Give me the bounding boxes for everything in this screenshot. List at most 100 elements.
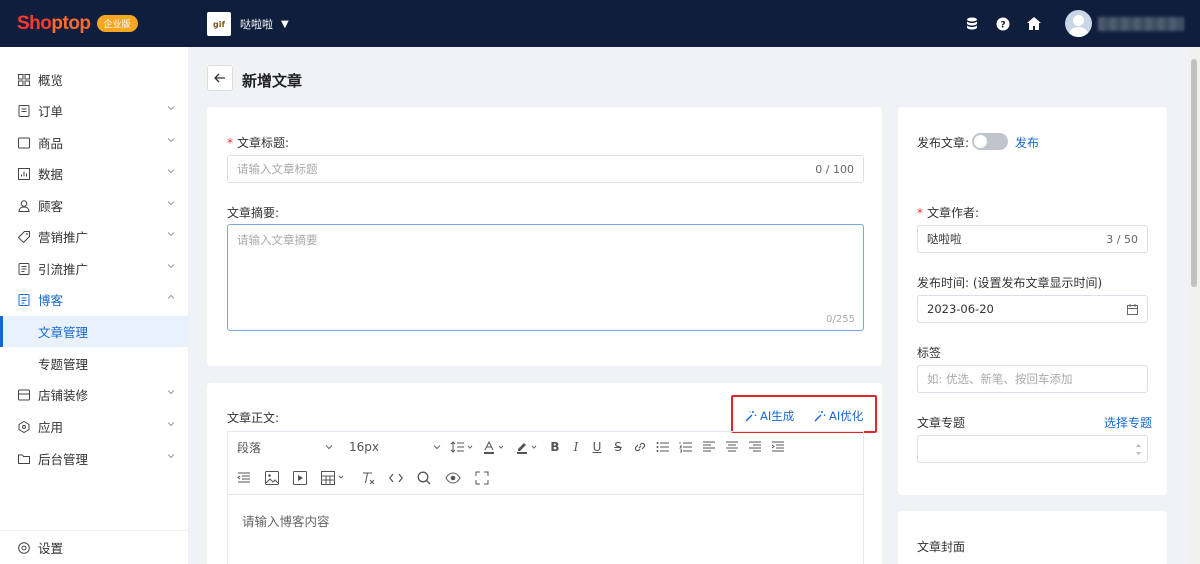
line-height-icon[interactable] <box>450 440 474 454</box>
editor-content-area[interactable]: 请输入博客内容 <box>228 494 863 564</box>
sidebar-item-traffic[interactable]: 引流推广 <box>0 253 189 284</box>
highlight-color-icon[interactable] <box>516 440 540 454</box>
store-switcher[interactable]: gif 哒啦啦 ▼ <box>207 12 289 36</box>
scrollbar-thumb[interactable] <box>1191 59 1197 287</box>
title-input[interactable]: 请输入文章标题 0 / 100 <box>227 155 864 183</box>
magic-wand-icon <box>814 411 826 422</box>
chevron-up-icon <box>167 294 175 299</box>
sidebar-item-apps[interactable]: 应用 <box>0 411 189 442</box>
rich-text-editor: 段落 16px B I U S 请输入博客内容 <box>227 431 864 564</box>
chevron-down-icon <box>167 106 175 111</box>
link-icon[interactable] <box>633 440 647 454</box>
select-topic-link[interactable]: 选择专题 <box>1104 414 1152 431</box>
summary-textarea[interactable]: 请输入文章摘要 0/255 <box>227 224 864 331</box>
sidebar: 概览 订单 商品 数据 顾客 营销推广 引流推广 博客 文章管理 专题管理 店铺… <box>0 47 189 564</box>
edition-badge: 企业版 <box>96 15 138 32</box>
video-icon[interactable] <box>293 471 307 485</box>
blog-icon <box>18 293 30 306</box>
code-icon[interactable] <box>389 471 403 485</box>
publish-time-label: 发布时间: (设置发布文章显示时间) <box>917 276 1103 290</box>
bullet-list-icon[interactable] <box>656 440 670 454</box>
preview-eye-icon[interactable] <box>445 471 461 485</box>
dashboard-icon <box>18 73 30 86</box>
tag-input[interactable]: 如: 优选、新笔、按回车添加 <box>917 365 1148 393</box>
body-label: 文章正文: <box>227 411 280 425</box>
publish-label: 发布文章: <box>917 136 970 150</box>
indent-icon[interactable] <box>771 440 785 454</box>
align-center-icon[interactable] <box>725 440 739 454</box>
sidebar-item-data[interactable]: 数据 <box>0 158 189 189</box>
cover-label: 文章封面 <box>917 540 966 554</box>
summary-label: 文章摘要: <box>227 206 280 220</box>
sidebar-item-article-management[interactable]: 文章管理 <box>0 316 189 347</box>
avatar[interactable] <box>1065 10 1092 37</box>
chevron-down-icon <box>167 232 175 237</box>
font-size-select[interactable]: 16px <box>349 440 441 454</box>
image-icon[interactable] <box>265 471 279 485</box>
ai-generate-button[interactable]: AI生成 <box>745 408 794 424</box>
shoptop-logo[interactable]: Shoptop <box>17 13 91 35</box>
clear-format-icon[interactable] <box>361 471 375 485</box>
chevron-down-icon <box>167 264 175 269</box>
svg-text:?: ? <box>1000 20 1005 30</box>
ai-optimize-button[interactable]: AI优化 <box>814 408 863 424</box>
user-icon <box>18 199 30 212</box>
italic-icon[interactable]: I <box>570 440 582 454</box>
calendar-icon[interactable] <box>1127 304 1138 315</box>
author-input[interactable]: 哒啦啦 3 / 50 <box>917 225 1148 253</box>
author-char-count: 3 / 50 <box>1106 232 1138 246</box>
title-label: * 文章标题: <box>227 136 290 150</box>
title-char-count: 0 / 100 <box>815 162 854 176</box>
publish-link[interactable]: 发布 <box>1015 134 1039 151</box>
database-icon[interactable] <box>965 17 979 31</box>
publish-toggle[interactable] <box>972 133 1008 150</box>
topic-select[interactable] <box>917 435 1148 463</box>
underline-icon[interactable]: U <box>591 440 603 454</box>
help-icon[interactable]: ? <box>996 17 1010 31</box>
sidebar-item-orders[interactable]: 订单 <box>0 95 189 126</box>
store-icon <box>18 389 30 401</box>
fullscreen-icon[interactable] <box>475 471 489 485</box>
table-icon[interactable] <box>321 471 347 485</box>
caret-down-icon: ▼ <box>281 18 289 30</box>
chevron-down-icon <box>167 422 175 427</box>
page-title: 新增文章 <box>242 72 303 90</box>
numbered-list-icon[interactable] <box>679 440 693 454</box>
summary-char-count: 0/255 <box>826 314 855 325</box>
chevron-down-icon <box>325 445 333 450</box>
tag-label: 标签 <box>917 346 942 360</box>
page-scrollbar[interactable] <box>1188 47 1200 564</box>
chart-icon <box>18 167 30 180</box>
sidebar-item-topic-management[interactable]: 专题管理 <box>0 348 189 379</box>
settings-icon <box>18 541 30 554</box>
store-logo: gif <box>207 12 231 36</box>
bold-icon[interactable]: B <box>549 440 561 454</box>
sidebar-item-store-design[interactable]: 店铺装修 <box>0 379 189 410</box>
chevron-down-icon <box>167 390 175 395</box>
outdent-icon[interactable] <box>237 471 251 485</box>
strikethrough-icon[interactable]: S <box>612 440 624 454</box>
editor-toolbar-row-1: 段落 16px B I U S <box>228 432 863 462</box>
search-icon[interactable] <box>417 471 431 485</box>
home-icon[interactable] <box>1027 17 1041 31</box>
sidebar-item-overview[interactable]: 概览 <box>0 64 189 95</box>
align-right-icon[interactable] <box>748 440 762 454</box>
cover-card: 文章封面 <box>898 511 1167 564</box>
sidebar-item-admin[interactable]: 后台管理 <box>0 443 189 474</box>
chevron-down-icon <box>433 445 441 450</box>
sidebar-item-blog[interactable]: 博客 <box>0 284 189 315</box>
publish-date-input[interactable]: 2023-06-20 <box>917 295 1148 323</box>
sidebar-item-marketing[interactable]: 营销推广 <box>0 221 189 252</box>
folder-icon <box>18 453 30 465</box>
paragraph-select[interactable]: 段落 <box>237 440 333 455</box>
chevron-down-icon <box>167 201 175 206</box>
back-button[interactable] <box>207 65 233 91</box>
sidebar-settings[interactable]: 设置 <box>0 530 189 564</box>
sidebar-item-customers[interactable]: 顾客 <box>0 190 189 221</box>
publish-settings-card: 发布文章: * 文章作者: 哒啦啦 3 / 50 发布时间: (设置发布文章显示时… <box>898 107 1167 495</box>
font-color-icon[interactable] <box>483 440 507 454</box>
spinner-arrows-icon <box>1136 444 1141 455</box>
align-left-icon[interactable] <box>702 440 716 454</box>
sidebar-item-products[interactable]: 商品 <box>0 127 189 158</box>
username-blurred[interactable] <box>1098 16 1184 31</box>
